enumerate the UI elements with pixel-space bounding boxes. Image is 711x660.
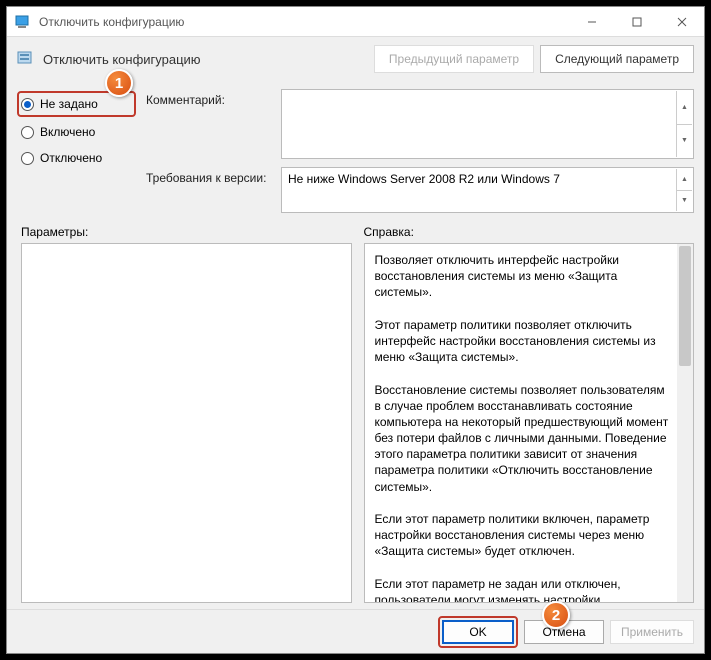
radio-indicator-icon — [21, 98, 34, 111]
scrollbar-thumb[interactable] — [679, 246, 691, 366]
lower-panel: Параметры: Справка: Позволяет отключить … — [7, 217, 704, 609]
radio-indicator-icon — [21, 152, 34, 165]
options-listbox[interactable] — [21, 243, 352, 603]
spinner-down-icon[interactable]: ▼ — [676, 125, 692, 158]
help-box: Позволяет отключить интерфейс настройки … — [364, 243, 695, 603]
options-column: Параметры: — [21, 225, 352, 603]
previous-setting-button[interactable]: Предыдущий параметр — [374, 45, 534, 73]
maximize-button[interactable] — [614, 7, 659, 37]
requirements-spinner[interactable]: ▲▼ — [676, 169, 692, 211]
policy-icon — [15, 14, 31, 30]
comment-spinner[interactable]: ▲▼ — [676, 91, 692, 157]
footer: OK Отмена Применить — [7, 609, 704, 653]
help-text: Позволяет отключить интерфейс настройки … — [365, 244, 694, 602]
policy-header-icon — [17, 50, 35, 68]
options-label: Параметры: — [21, 225, 352, 239]
ok-highlight: OK — [438, 616, 518, 648]
close-button[interactable] — [659, 7, 704, 37]
step-badge-1: 1 — [105, 69, 133, 97]
spinner-up-icon[interactable]: ▲ — [676, 169, 692, 191]
upper-panel: Не задано Включено Отключено Комментарий… — [7, 81, 704, 217]
step-badge-2: 2 — [542, 601, 570, 629]
apply-button[interactable]: Применить — [610, 620, 694, 644]
minimize-button[interactable] — [569, 7, 614, 37]
requirements-text: Не ниже Windows Server 2008 R2 или Windo… — [288, 172, 560, 186]
help-label: Справка: — [364, 225, 695, 239]
radio-label: Не задано — [40, 97, 98, 111]
state-radio-group: Не задано Включено Отключено — [21, 89, 136, 213]
dialog-window: 1 2 Отключить конфигурацию Отключить кон… — [6, 6, 705, 654]
spinner-up-icon[interactable]: ▲ — [676, 91, 692, 125]
help-scrollbar[interactable] — [677, 244, 693, 602]
next-setting-button[interactable]: Следующий параметр — [540, 45, 694, 73]
window-title: Отключить конфигурацию — [39, 15, 184, 29]
radio-indicator-icon — [21, 126, 34, 139]
radio-label: Включено — [40, 125, 95, 139]
radio-disabled[interactable]: Отключено — [21, 147, 136, 169]
spinner-down-icon[interactable]: ▼ — [676, 191, 692, 212]
comment-input[interactable]: ▲▼ — [281, 89, 694, 159]
radio-label: Отключено — [40, 151, 102, 165]
ok-button[interactable]: OK — [442, 620, 514, 644]
radio-enabled[interactable]: Включено — [21, 121, 136, 143]
requirements-box: Не ниже Windows Server 2008 R2 или Windo… — [281, 167, 694, 213]
requirements-label: Требования к версии: — [146, 167, 281, 185]
help-column: Справка: Позволяет отключить интерфейс н… — [364, 225, 695, 603]
policy-title: Отключить конфигурацию — [43, 52, 201, 67]
fields-grid: Комментарий: ▲▼ Требования к версии: Не … — [146, 89, 694, 213]
window-controls — [569, 7, 704, 37]
comment-label: Комментарий: — [146, 89, 281, 107]
titlebar: Отключить конфигурацию — [7, 7, 704, 37]
